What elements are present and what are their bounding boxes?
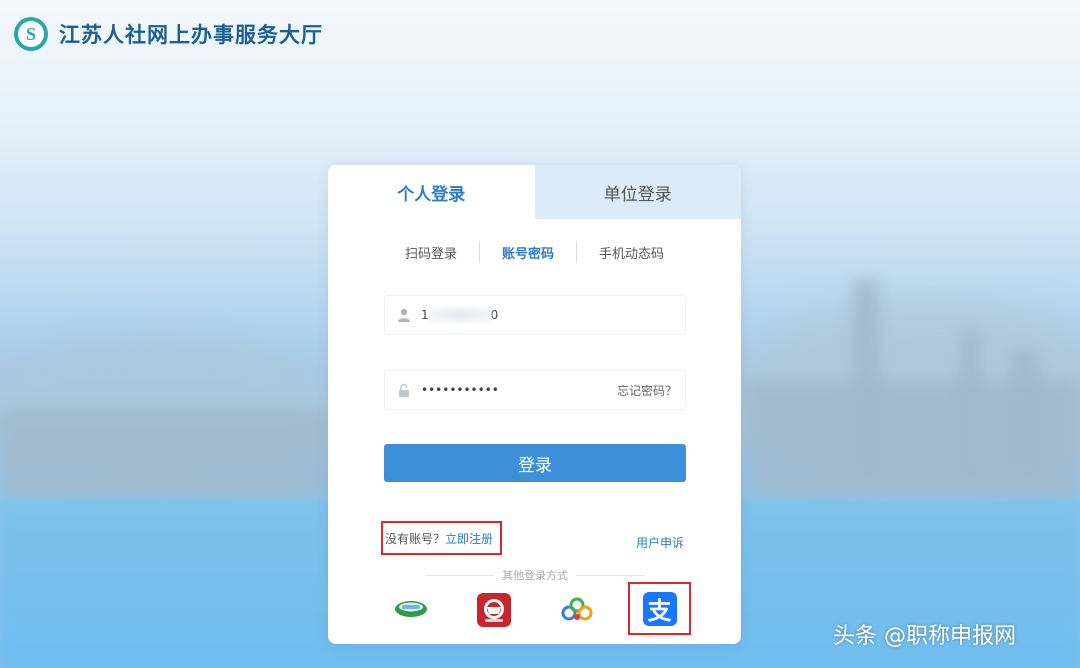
login-card: 个人登录 单位登录 扫码登录 账号密码 手机动态码 10 •••••••••••…	[328, 165, 741, 644]
lock-icon	[396, 382, 412, 398]
tab-account-password[interactable]: 账号密码	[480, 243, 576, 262]
login-button[interactable]: 登录	[384, 444, 686, 482]
tab-company-login[interactable]: 单位登录	[534, 165, 741, 219]
jiangsu-zhengfu-icon[interactable]	[392, 592, 430, 626]
forgot-password-link[interactable]: 忘记密码？	[617, 382, 677, 399]
site-logo-icon: S	[14, 17, 48, 51]
site-header: S 江苏人社网上办事服务大厅	[14, 16, 323, 52]
shebao-card-icon[interactable]	[476, 592, 512, 628]
site-title: 江苏人社网上办事服务大厅	[59, 22, 323, 47]
masked-account-digits	[428, 308, 491, 323]
other-login-label: 其他登录方式	[502, 569, 568, 582]
no-account-text: 没有账号？	[385, 531, 446, 546]
alipay-highlight: 支	[628, 582, 691, 635]
user-icon	[396, 307, 412, 323]
tab-phone-code[interactable]: 手机动态码	[577, 243, 686, 262]
user-appeal-link[interactable]: 用户申诉	[636, 534, 684, 551]
other-login-divider: 其他登录方式	[425, 567, 645, 583]
register-highlight: 没有账号？ 立即注册	[381, 521, 502, 555]
colorful-logo-icon[interactable]	[559, 592, 595, 628]
password-input[interactable]: ••••••••••• 忘记密码？	[384, 370, 686, 410]
watermark-text: 头条 @职称申报网	[833, 624, 1016, 649]
alipay-icon[interactable]: 支	[642, 591, 677, 626]
tab-qr-login[interactable]: 扫码登录	[383, 243, 479, 262]
password-value: •••••••••••	[421, 383, 499, 397]
account-value: 10	[421, 307, 499, 323]
login-type-tabs: 个人登录 单位登录	[328, 165, 741, 219]
tab-personal-login[interactable]: 个人登录	[328, 165, 535, 219]
register-link[interactable]: 立即注册	[445, 530, 493, 547]
login-method-tabs: 扫码登录 账号密码 手机动态码	[328, 240, 741, 264]
account-input[interactable]: 10	[384, 295, 686, 335]
